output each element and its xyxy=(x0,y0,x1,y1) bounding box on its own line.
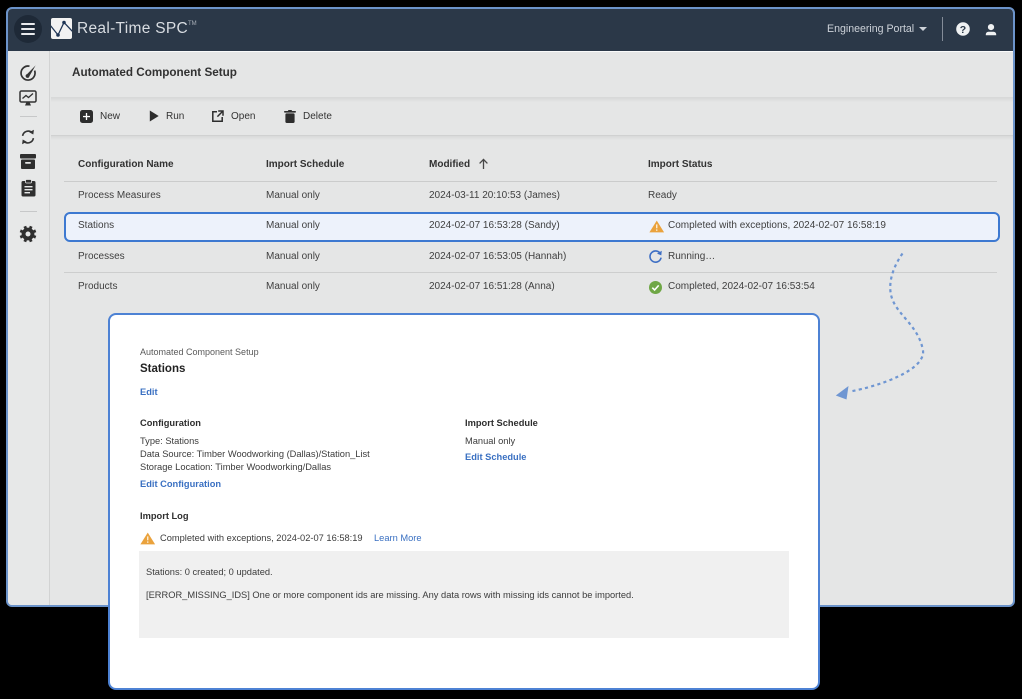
svg-text:?: ? xyxy=(960,24,966,36)
